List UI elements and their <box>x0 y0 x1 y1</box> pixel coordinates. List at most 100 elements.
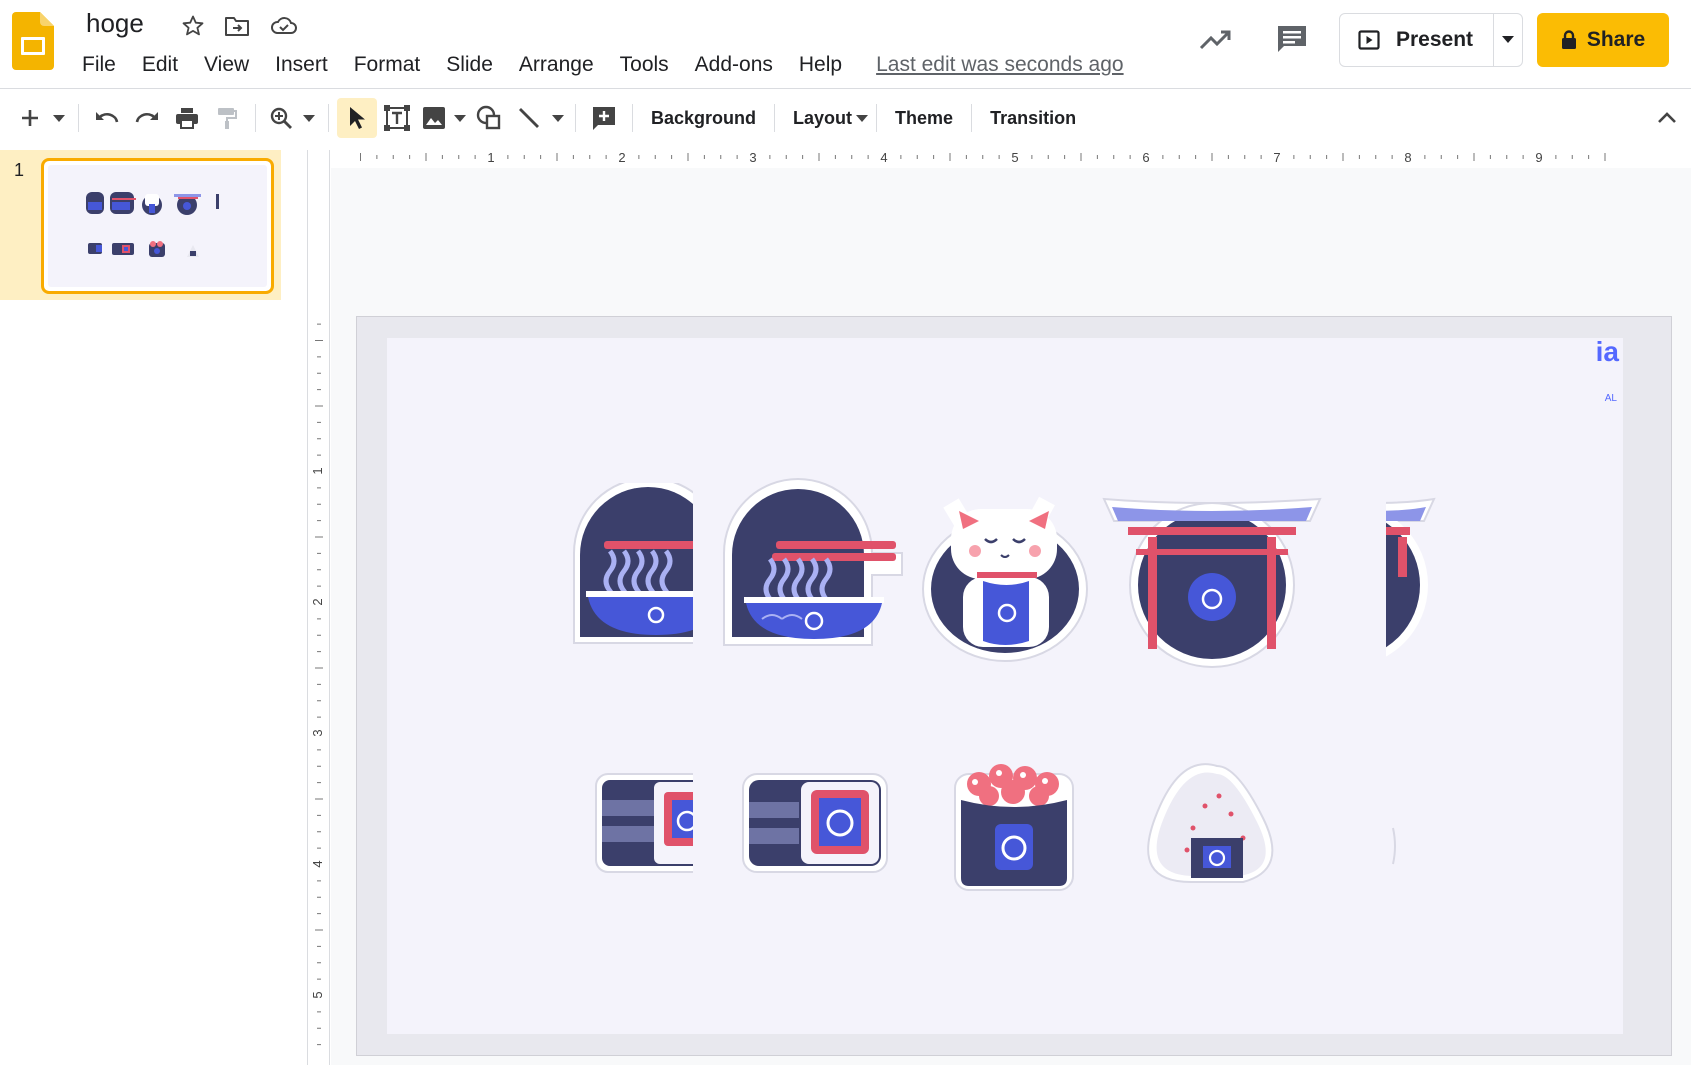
ruler-tick <box>317 1044 321 1046</box>
sticker-maki-roll[interactable] <box>742 773 888 873</box>
ruler-tick <box>317 782 321 784</box>
ruler-tick <box>317 716 321 718</box>
zoom-dropdown[interactable] <box>298 98 320 138</box>
slide-thumbnail[interactable] <box>41 158 274 294</box>
ruler-tick <box>458 155 460 159</box>
share-button[interactable]: Share <box>1537 13 1669 67</box>
ruler-tick <box>317 847 321 849</box>
add-comment-button[interactable] <box>584 98 624 138</box>
present-button[interactable]: Present <box>1340 14 1495 66</box>
ruler-tick <box>317 520 321 522</box>
theme-button[interactable]: Theme <box>885 98 963 138</box>
slide-thumbnail-row[interactable]: 1 <box>0 150 281 300</box>
ruler-tick <box>317 765 321 767</box>
ruler-tick <box>409 155 411 159</box>
document-title[interactable]: hoge <box>86 8 144 39</box>
text-box-button[interactable] <box>377 98 417 138</box>
ruler-label: 9 <box>1535 150 1542 165</box>
ruler-tick <box>785 155 787 159</box>
sticker-onigiri[interactable] <box>1147 763 1274 883</box>
star-icon[interactable] <box>181 14 205 38</box>
insert-image-dropdown[interactable] <box>451 98 469 138</box>
zoom-button[interactable] <box>264 98 298 138</box>
transition-button[interactable]: Transition <box>980 98 1086 138</box>
menu-help[interactable]: Help <box>797 51 844 79</box>
ruler-tick <box>317 323 321 325</box>
sticker-torii-gate[interactable] <box>1102 497 1322 668</box>
ruler-tick <box>315 798 323 800</box>
line-dropdown[interactable] <box>549 98 567 138</box>
activity-trend-icon[interactable] <box>1198 24 1232 54</box>
undo-button[interactable] <box>87 98 127 138</box>
add-comment-icon <box>593 107 615 130</box>
ruler-tick <box>1506 155 1508 159</box>
menu-slide[interactable]: Slide <box>444 51 495 79</box>
ruler-label: 7 <box>1273 150 1280 165</box>
sticker-onigiri-cropped[interactable] <box>1392 827 1396 865</box>
ruler-tick <box>425 153 427 161</box>
ruler-tick <box>1113 155 1115 159</box>
ruler-tick <box>671 155 673 159</box>
caret-down-icon <box>552 114 564 122</box>
ruler-tick <box>317 487 321 489</box>
menu-addons[interactable]: Add-ons <box>693 51 775 79</box>
comments-icon[interactable] <box>1274 22 1310 56</box>
ruler-tick <box>834 155 836 159</box>
menu-file[interactable]: File <box>80 51 118 79</box>
layout-button[interactable]: Layout <box>783 98 869 138</box>
print-button[interactable] <box>167 98 207 138</box>
ruler-tick <box>317 389 321 391</box>
ruler-tick <box>317 552 321 554</box>
sticker-maki-cropped[interactable] <box>595 773 746 873</box>
ruler-tick <box>317 814 321 816</box>
sticker-ikura-gunkan[interactable] <box>954 764 1074 891</box>
cloud-saved-icon[interactable] <box>270 14 298 38</box>
last-edit-link[interactable]: Last edit was seconds ago <box>876 53 1124 77</box>
background-button[interactable]: Background <box>641 98 766 138</box>
slide-number: 1 <box>14 160 25 180</box>
insert-image-button[interactable] <box>417 98 451 138</box>
toolbar-divider <box>255 104 256 132</box>
sticker-ramen-bowl[interactable] <box>723 478 903 646</box>
menu-insert[interactable]: Insert <box>273 51 330 79</box>
menu-bar: File Edit View Insert Format Slide Arran… <box>80 50 1124 80</box>
menu-arrange[interactable]: Arrange <box>517 51 596 79</box>
ruler-tick <box>1178 155 1180 159</box>
ruler-tick <box>1555 155 1557 159</box>
slides-logo-icon[interactable] <box>12 12 54 70</box>
new-slide-button[interactable] <box>12 98 48 138</box>
shapes-icon <box>476 105 501 130</box>
sticker-ramen-cropped[interactable] <box>573 478 726 644</box>
paint-format-button[interactable] <box>207 98 247 138</box>
new-slide-layout-dropdown[interactable] <box>48 98 70 138</box>
line-icon <box>519 108 539 128</box>
ruler-tick <box>916 155 918 159</box>
ruler-tick <box>360 153 361 161</box>
sticker-maneki-neko[interactable] <box>922 496 1088 662</box>
menu-format[interactable]: Format <box>352 51 423 79</box>
menu-view[interactable]: View <box>202 51 251 79</box>
line-button[interactable] <box>509 98 549 138</box>
header-divider <box>0 88 1691 89</box>
ruler-tick <box>900 155 902 159</box>
menu-tools[interactable]: Tools <box>618 51 671 79</box>
horizontal-ruler[interactable]: 1 2 3 4 5 6 7 8 9 <box>330 146 1691 168</box>
slide-canvas[interactable]: ia AL <box>387 336 1623 1034</box>
vertical-ruler[interactable]: 1 2 3 4 5 <box>308 150 330 1065</box>
redo-button[interactable] <box>127 98 167 138</box>
menu-edit[interactable]: Edit <box>140 51 180 79</box>
ruler-tick <box>1391 155 1393 159</box>
collapse-menus-button[interactable] <box>1647 98 1687 138</box>
select-tool-button[interactable] <box>337 98 377 138</box>
ruler-tick <box>315 405 323 407</box>
move-to-folder-icon[interactable] <box>224 14 250 38</box>
ruler-tick <box>998 155 1000 159</box>
ruler-tick <box>851 155 853 159</box>
present-dropdown-button[interactable] <box>1494 14 1522 66</box>
ruler-tick <box>1227 155 1229 159</box>
ruler-label: 3 <box>310 729 325 736</box>
zoom-in-icon <box>270 107 292 129</box>
caret-down-icon <box>53 114 65 122</box>
plus-icon <box>22 110 38 126</box>
shape-button[interactable] <box>469 98 509 138</box>
